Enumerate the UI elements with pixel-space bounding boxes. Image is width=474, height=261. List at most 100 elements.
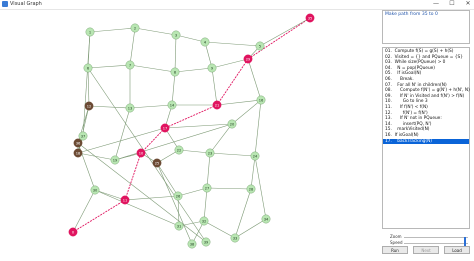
graph-node-10[interactable]: 10 — [136, 148, 146, 158]
graph-edge — [259, 17, 311, 47]
graph-edge — [129, 64, 176, 73]
graph-node-16[interactable]: 16 — [256, 95, 266, 105]
maximize-icon[interactable]: ☐ — [448, 0, 456, 9]
graph-edge — [204, 41, 261, 47]
graph-edge — [174, 34, 177, 73]
node-label: 35 — [308, 16, 313, 20]
graph-edge — [203, 220, 236, 239]
graph-edge — [94, 189, 126, 201]
node-label: 5 — [259, 44, 261, 48]
graph-node-34[interactable]: 34 — [261, 214, 271, 224]
graph-node-5[interactable]: 5 — [255, 41, 265, 51]
graph-edge — [124, 195, 179, 201]
graph-node-36[interactable]: 36 — [73, 138, 83, 148]
node-label: 33 — [233, 236, 238, 240]
graph-edge — [129, 27, 136, 66]
graph-node-32[interactable]: 32 — [199, 216, 209, 226]
node-label: 39 — [204, 240, 209, 244]
graph-node-8[interactable]: 8 — [170, 67, 180, 77]
graph-node-26[interactable]: 26 — [173, 191, 183, 201]
graph-node-33[interactable]: 33 — [230, 233, 240, 243]
zoom-slider[interactable] — [404, 237, 468, 243]
node-label: 28 — [249, 187, 254, 191]
graph-node-38[interactable]: 38 — [187, 239, 197, 249]
next-button[interactable]: Next — [413, 246, 439, 254]
node-label: 12 — [87, 104, 92, 108]
graph-edge — [156, 162, 193, 245]
speed-slider[interactable] — [404, 243, 468, 249]
graph-edge — [209, 123, 233, 154]
graph-node-20[interactable]: 20 — [227, 119, 237, 129]
graph-edge — [171, 71, 176, 106]
path-edge — [124, 152, 142, 201]
graph-node-7[interactable]: 7 — [125, 60, 135, 70]
graph-node-12[interactable]: 12 — [84, 101, 94, 111]
message-box[interactable]: Make path from 35 to 0 — [382, 10, 470, 44]
graph-node-39[interactable]: 39 — [201, 237, 211, 247]
graph-node-17[interactable]: 17 — [160, 123, 170, 133]
window-controls: — ☐ ✕ — [432, 0, 472, 9]
graph-node-30[interactable]: 30 — [90, 185, 100, 195]
code-line[interactable]: 08. Compute f(N') = g(N') + h(N', N) — [383, 88, 470, 94]
graph-canvas[interactable]: 0 1 2 3 4 5 6 7 8 9 10 11 12 13 14 16 17 18 19 20 21 22 23 24 25… — [0, 10, 380, 257]
node-label: 2 — [134, 26, 136, 30]
graph-node-29[interactable]: 29 — [243, 54, 253, 64]
node-label: 32 — [202, 219, 207, 223]
node-label: 7 — [129, 63, 131, 67]
graph-svg[interactable]: 0123456789101112 131416171819202122232425… — [0, 10, 380, 257]
minimize-icon[interactable]: — — [432, 0, 440, 9]
code-line[interactable]: 17. backTracking(N) — [383, 138, 469, 145]
graph-node-24[interactable]: 24 — [250, 151, 260, 161]
graph-node-13[interactable]: 13 — [125, 103, 135, 113]
graph-node-21[interactable]: 21 — [212, 100, 222, 110]
graph-edge — [88, 105, 131, 109]
graph-edge — [234, 188, 252, 239]
load-button[interactable]: Load — [444, 246, 470, 254]
run-button[interactable]: Run — [382, 246, 408, 254]
graph-node-11[interactable]: 11 — [120, 195, 130, 205]
graph-edge — [77, 127, 166, 154]
node-label: 1 — [89, 30, 91, 34]
node-label: 26 — [176, 194, 181, 198]
graph-node-25[interactable]: 25 — [152, 158, 162, 168]
speed-label: Speed — [390, 240, 403, 245]
node-label: 38 — [190, 242, 195, 246]
graph-node-37[interactable]: 37 — [78, 131, 88, 141]
graph-node-9[interactable]: 9 — [207, 63, 217, 73]
right-panel: Make path from 35 to 0 01. Compute f(S) … — [382, 10, 472, 255]
graph-edge — [231, 99, 262, 125]
graph-node-3[interactable]: 3 — [171, 30, 181, 40]
graph-node-27[interactable]: 27 — [202, 183, 212, 193]
graph-node-28[interactable]: 28 — [246, 184, 256, 194]
graph-node-0[interactable]: 0 — [68, 227, 78, 237]
pseudocode-list[interactable]: 01. Compute f(S) = g(S) + h(S) 02. Visite… — [382, 47, 470, 229]
node-label: 21 — [215, 103, 220, 107]
graph-edge — [114, 107, 131, 161]
graph-node-1[interactable]: 1 — [85, 27, 95, 37]
graph-edge — [82, 31, 91, 137]
node-label: 18 — [76, 151, 81, 155]
graph-edge — [203, 187, 208, 222]
graph-node-18[interactable]: 18 — [73, 148, 83, 158]
graph-node-2[interactable]: 2 — [130, 23, 140, 33]
graph-edge — [254, 155, 267, 220]
graph-edge — [206, 187, 252, 190]
node-label: 30 — [93, 188, 98, 192]
graph-node-19[interactable]: 19 — [110, 155, 120, 165]
title-bar: Visual Graph — ☐ ✕ — [0, 0, 474, 10]
graph-node-35[interactable]: 35 — [305, 13, 315, 23]
graph-node-31[interactable]: 31 — [174, 221, 184, 231]
graph-node-4[interactable]: 4 — [200, 37, 210, 47]
graph-edge — [178, 149, 211, 154]
path-edge — [247, 17, 311, 60]
close-icon[interactable]: ✕ — [464, 0, 472, 9]
graph-node-23[interactable]: 23 — [205, 148, 215, 158]
graph-edge — [254, 99, 262, 157]
graph-edge — [209, 152, 256, 157]
graph-node-14[interactable]: 14 — [167, 100, 177, 110]
graph-edge — [114, 123, 233, 161]
node-label: 25 — [155, 161, 160, 165]
graph-edge — [156, 162, 179, 197]
graph-node-6[interactable]: 6 — [83, 63, 93, 73]
graph-node-22[interactable]: 22 — [174, 145, 184, 155]
